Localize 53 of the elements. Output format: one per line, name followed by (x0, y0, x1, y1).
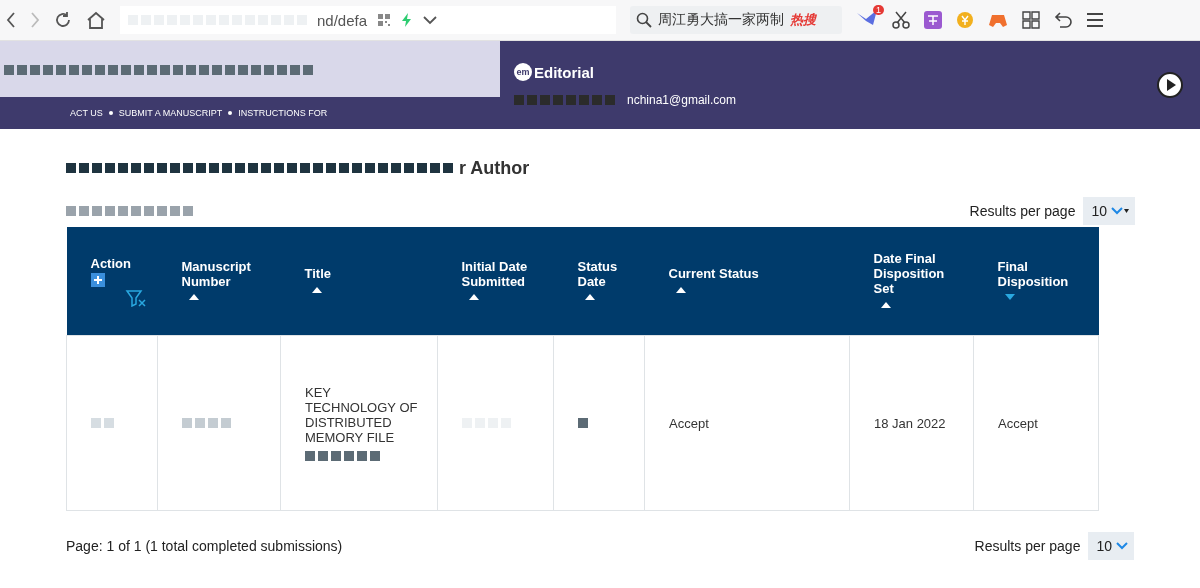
logo-text: Editorial (534, 63, 594, 81)
sort-up-icon[interactable] (187, 292, 200, 303)
qr-code-icon[interactable] (377, 13, 392, 27)
search-suggestion: 周江勇大搞一家两制 (658, 11, 784, 29)
results-per-page-label: Results per page (969, 203, 1076, 219)
search-field[interactable]: 周江勇大搞一家两制 热搜 (630, 6, 842, 34)
hot-search-label: 热搜 (790, 11, 816, 29)
column-header: Action (90, 255, 132, 271)
column-header[interactable]: Manuscript Number (181, 258, 267, 289)
column-header[interactable]: Current Status (668, 266, 836, 281)
url-text: nd/defa (317, 11, 368, 29)
column-header[interactable]: Initial Date Submitted (461, 258, 540, 289)
column-header[interactable]: Title (304, 266, 424, 281)
column-header[interactable]: Final Disposition (997, 258, 1085, 289)
logo-mark: em (514, 63, 532, 81)
clear-filter-icon[interactable] (124, 288, 147, 307)
play-icon[interactable] (1156, 71, 1184, 99)
chevron-down-icon (1111, 206, 1129, 216)
search-icon (636, 12, 652, 28)
home-icon[interactable] (86, 11, 106, 29)
sort-up-icon[interactable] (467, 292, 480, 303)
undo-icon[interactable] (1054, 11, 1072, 29)
disposition-date: 18 Jan 2022 (874, 415, 946, 431)
bullet-icon (228, 111, 233, 115)
nav-link[interactable]: SUBMIT A MANUSCRIPT (118, 108, 223, 118)
results-per-page-select[interactable]: 10 (1088, 532, 1134, 560)
nav-link[interactable]: ACT US (70, 108, 103, 118)
final-disposition: Accept (998, 415, 1038, 431)
current-status: Accept (669, 415, 709, 431)
grid-icon[interactable] (1022, 11, 1040, 29)
notification-badge: 1 (873, 5, 884, 15)
redaction-mosaic (91, 417, 114, 428)
back-icon[interactable] (6, 12, 16, 28)
page-info: Page: 1 of 1 (1 total completed submissions) (66, 538, 343, 554)
manuscript-title: KEY TECHNOLOGY OF DISTRIBUTED MEMORY FILE (305, 385, 419, 445)
scissors-icon[interactable] (892, 11, 910, 29)
address-bar[interactable]: nd/defa (120, 6, 616, 34)
redaction-mosaic (578, 417, 588, 428)
redaction-mosaic (182, 417, 231, 428)
translate-icon[interactable] (924, 11, 942, 29)
user-email: nchina1@gmail.com (627, 93, 736, 107)
bullet-icon (108, 111, 113, 115)
menu-icon[interactable] (1086, 12, 1104, 28)
plus-icon[interactable] (90, 272, 105, 287)
chevron-down-icon (1116, 541, 1128, 551)
column-header[interactable]: Status Date (577, 258, 631, 289)
chevron-down-icon[interactable] (423, 15, 438, 25)
reload-icon[interactable] (54, 11, 72, 29)
results-per-page-select[interactable]: 10 (1083, 197, 1135, 225)
nav-link[interactable]: INSTRUCTIONS FOR (238, 108, 328, 118)
results-per-page-label: Results per page (974, 538, 1081, 554)
sort-up-icon[interactable] (583, 292, 596, 303)
page-title: r Author (459, 157, 530, 179)
